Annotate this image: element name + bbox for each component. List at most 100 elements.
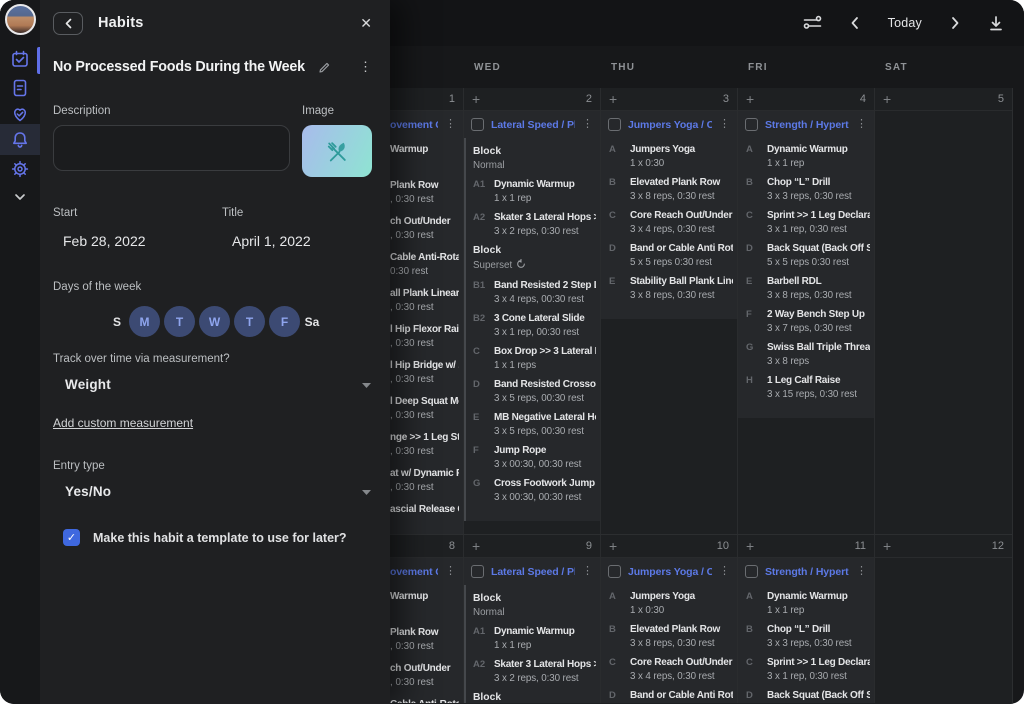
sidebar: [0, 0, 40, 704]
workout-card[interactable]: Lateral Speed / Plyo⋮BlockNormalA1Dynami…: [464, 111, 600, 521]
workout-checkbox[interactable]: [471, 118, 484, 131]
add-workout-button[interactable]: +: [472, 92, 480, 106]
day-pill-t[interactable]: T: [234, 306, 265, 337]
end-date-value[interactable]: April 1, 2022: [232, 233, 311, 249]
add-workout-button[interactable]: +: [472, 539, 480, 553]
measurement-select[interactable]: Weight: [65, 377, 372, 392]
workout-card[interactable]: Strength / Hypertro...⋮ADynamic Warmup1 …: [738, 111, 874, 418]
exercise-item: A1Dynamic Warmup1 x 1 rep: [473, 626, 596, 652]
workout-card-header: Jumpers Yoga / Core⋮: [601, 111, 737, 138]
workout-menu-kebab-icon[interactable]: ⋮: [856, 119, 867, 130]
day-cell: +9Lateral Speed / Plyo⋮BlockNormalA1Dyna…: [464, 535, 601, 703]
workout-card[interactable]: Lateral Speed / Plyo⋮BlockNormalA1Dynami…: [464, 558, 600, 703]
exercise-detail: 5 x 5 reps 0:30 rest: [767, 257, 870, 269]
workout-checkbox[interactable]: [471, 565, 484, 578]
sidebar-item-calendar[interactable]: [10, 49, 30, 69]
exercise-item: CSprint >> 1 Leg Declarations3 x 1 rep, …: [746, 210, 870, 236]
exercise-item: l Hip Bridge w/ ..., 0:30 rest: [390, 360, 459, 389]
template-checkbox[interactable]: ✓: [63, 529, 80, 546]
avatar[interactable]: [5, 4, 36, 35]
workout-card[interactable]: Jumpers Yoga / Core⋮AJumpers Yoga1 x 0:3…: [601, 111, 737, 319]
back-button[interactable]: [53, 12, 83, 35]
chevron-right-icon[interactable]: [949, 16, 961, 30]
day-number: 2: [586, 93, 592, 105]
day-pill-sa[interactable]: Sa: [304, 315, 320, 329]
add-workout-button[interactable]: +: [746, 92, 754, 106]
calendar-day-header: WED THU FRI SAT: [327, 46, 1012, 88]
workout-checkbox[interactable]: [608, 118, 621, 131]
exercise-item: GCross Footwork Jump Rope3 x 00:30, 00:3…: [473, 478, 596, 504]
add-workout-button[interactable]: +: [609, 539, 617, 553]
close-icon[interactable]: ✕: [360, 15, 372, 32]
exercise-item: DBand Resisted Crossover...3 x 5 reps, 0…: [473, 379, 596, 405]
sidebar-item-health[interactable]: [10, 104, 30, 124]
filter-sliders-icon[interactable]: [803, 15, 822, 31]
sidebar-item-documents[interactable]: [10, 78, 30, 98]
workout-card[interactable]: Jumpers Yoga / Core⋮AJumpers Yoga1 x 0:3…: [601, 558, 737, 703]
exercise-item: A1Dynamic Warmup1 x 1 rep: [473, 179, 596, 205]
workout-menu-kebab-icon[interactable]: ⋮: [445, 566, 456, 577]
exercise-name: MB Negative Lateral Hop...: [494, 412, 596, 423]
start-date-value[interactable]: Feb 28, 2022: [63, 233, 222, 249]
exercise-label: A1: [473, 179, 494, 190]
workout-card[interactable]: Strength / Hypertro...⋮ADynamic Warmup1 …: [738, 558, 874, 703]
workout-checkbox[interactable]: [608, 565, 621, 578]
day-pill-t[interactable]: T: [164, 306, 195, 337]
workout-menu-kebab-icon[interactable]: ⋮: [719, 566, 730, 577]
workout-menu-kebab-icon[interactable]: ⋮: [582, 119, 593, 130]
modal-title: Habits: [98, 15, 360, 31]
exercise-name: Cable Anti-Rotati...: [390, 252, 459, 263]
exercise-label: D: [473, 379, 494, 390]
exercise-label: E: [609, 276, 630, 287]
workout-card-body: BlockNormalA1Dynamic Warmup1 x 1 repA2Sk…: [464, 138, 600, 521]
exercise-item: BElevated Plank Row3 x 8 reps, 0:30 rest: [609, 624, 733, 650]
exercise-detail: 3 x 5 reps, 00:30 rest: [494, 426, 596, 438]
exercise-label: D: [609, 690, 630, 701]
sidebar-item-settings[interactable]: [10, 159, 30, 179]
day-pill-m[interactable]: M: [129, 306, 160, 337]
exercise-name: Elevated Plank Row: [630, 177, 733, 188]
exercise-name: Sprint >> 1 Leg Declarations: [767, 210, 870, 221]
exercise-label: G: [473, 478, 494, 489]
edit-pencil-icon[interactable]: [318, 61, 331, 74]
exercise-name: ascial Release C...: [390, 504, 459, 515]
today-button[interactable]: Today: [888, 16, 922, 30]
add-workout-button[interactable]: +: [746, 539, 754, 553]
day-header-fri: FRI: [738, 62, 875, 73]
workout-menu-kebab-icon[interactable]: ⋮: [445, 119, 456, 130]
chevron-left-icon[interactable]: [849, 16, 861, 30]
day-pill-w[interactable]: W: [199, 306, 230, 337]
add-workout-button[interactable]: +: [609, 92, 617, 106]
workout-title: Lateral Speed / Plyo: [491, 119, 575, 131]
day-cell-header: +11: [738, 535, 874, 558]
exercise-detail: 1 x 1 reps: [494, 360, 596, 372]
exercise-detail: 1 x 1 rep: [767, 158, 870, 170]
sidebar-item-notifications[interactable]: [10, 130, 30, 150]
exercise-name: Warmup: [390, 144, 459, 155]
exercise-item: all Plank Linear ..., 0:30 rest: [390, 288, 459, 317]
workout-title: ovement Q...: [390, 119, 438, 131]
days-of-week-row: SMTWTFSa: [109, 306, 372, 337]
sidebar-expand-chevron[interactable]: [10, 191, 30, 211]
day-header-wed: WED: [464, 62, 601, 73]
day-pill-s[interactable]: S: [109, 315, 125, 329]
day-pill-f[interactable]: F: [269, 306, 300, 337]
workout-card-body: BlockNormalA1Dynamic Warmup1 x 1 repA2Sk…: [464, 585, 600, 703]
description-input[interactable]: [53, 125, 290, 171]
add-workout-button[interactable]: +: [883, 92, 891, 106]
workout-menu-kebab-icon[interactable]: ⋮: [856, 566, 867, 577]
workout-checkbox[interactable]: [745, 565, 758, 578]
exercise-label: G: [746, 342, 767, 353]
add-custom-measurement-link[interactable]: Add custom measurement: [53, 416, 193, 430]
workout-menu-kebab-icon[interactable]: ⋮: [582, 566, 593, 577]
workout-checkbox[interactable]: [745, 118, 758, 131]
workout-menu-kebab-icon[interactable]: ⋮: [719, 119, 730, 130]
exercise-detail: 1 x 1 rep: [767, 605, 870, 617]
exercise-name: Dynamic Warmup: [494, 179, 596, 190]
add-workout-button[interactable]: +: [883, 539, 891, 553]
day-cell-header: +3: [601, 88, 737, 111]
habit-image-tile[interactable]: [302, 125, 372, 177]
entry-type-select[interactable]: Yes/No: [65, 484, 372, 499]
download-icon[interactable]: [988, 15, 1004, 32]
habit-menu-kebab-icon[interactable]: ⋮: [359, 59, 372, 75]
